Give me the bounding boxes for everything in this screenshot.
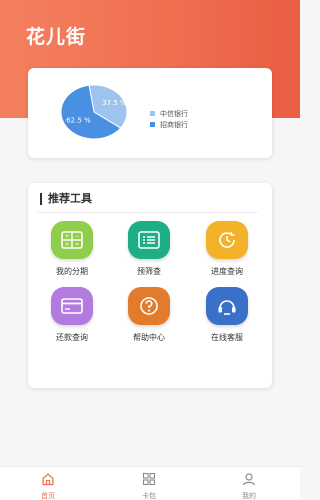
legend-swatch <box>150 111 155 116</box>
nav-item-profile[interactable]: 我的 <box>229 471 269 500</box>
headset-icon <box>206 287 248 325</box>
tool-label: 我的分期 <box>56 267 88 276</box>
tool-label: 在线客服 <box>211 333 243 342</box>
tool-prescreen[interactable]: 预筛查 <box>114 221 184 277</box>
clock-icon <box>206 221 248 259</box>
tool-label: 帮助中心 <box>133 333 165 342</box>
nav-label: 我的 <box>242 492 256 500</box>
pie-data-label: 37.5 % <box>102 99 127 107</box>
legend-item: 中信银行 <box>150 108 188 119</box>
legend-item: 招商银行 <box>150 119 188 130</box>
legend-label: 招商银行 <box>160 120 188 129</box>
section-title: 推荐工具 <box>40 193 92 205</box>
tool-label: 进度查询 <box>211 267 243 276</box>
legend-swatch <box>150 122 155 127</box>
svg-text:×: × <box>64 241 69 248</box>
svg-text:+: + <box>64 233 69 240</box>
credit-card-icon <box>51 287 93 325</box>
home-icon <box>42 473 54 486</box>
question-icon <box>128 287 170 325</box>
nav-label: 卡包 <box>142 492 156 500</box>
svg-text:−: − <box>74 233 79 240</box>
user-icon <box>242 473 256 486</box>
tools-card <box>28 183 272 388</box>
tool-customer-service[interactable]: 在线客服 <box>192 287 262 343</box>
nav-item-cards[interactable]: 卡包 <box>129 471 169 500</box>
tool-progress[interactable]: 进度查询 <box>192 221 262 277</box>
nav-item-home[interactable]: 首页 <box>28 471 68 500</box>
app-title: 花儿街 <box>26 26 87 48</box>
tool-installment[interactable]: + − × = 我的分期 <box>37 221 107 277</box>
pie-data-label: 62.5 % <box>66 117 91 125</box>
divider <box>36 212 258 213</box>
bottom-nav: 首页 卡包 我的 <box>0 466 300 500</box>
calculator-icon: + − × = <box>51 221 93 259</box>
list-icon <box>128 221 170 259</box>
chart-legend: 中信银行 招商银行 <box>150 108 188 130</box>
tool-repayment[interactable]: 还款查询 <box>37 287 107 343</box>
nav-label: 首页 <box>41 492 55 500</box>
grid-icon <box>142 472 156 486</box>
tool-label: 还款查询 <box>56 333 88 342</box>
svg-text:=: = <box>74 241 79 248</box>
tool-help[interactable]: 帮助中心 <box>114 287 184 343</box>
tool-label: 预筛查 <box>137 267 161 276</box>
legend-label: 中信银行 <box>160 109 188 118</box>
